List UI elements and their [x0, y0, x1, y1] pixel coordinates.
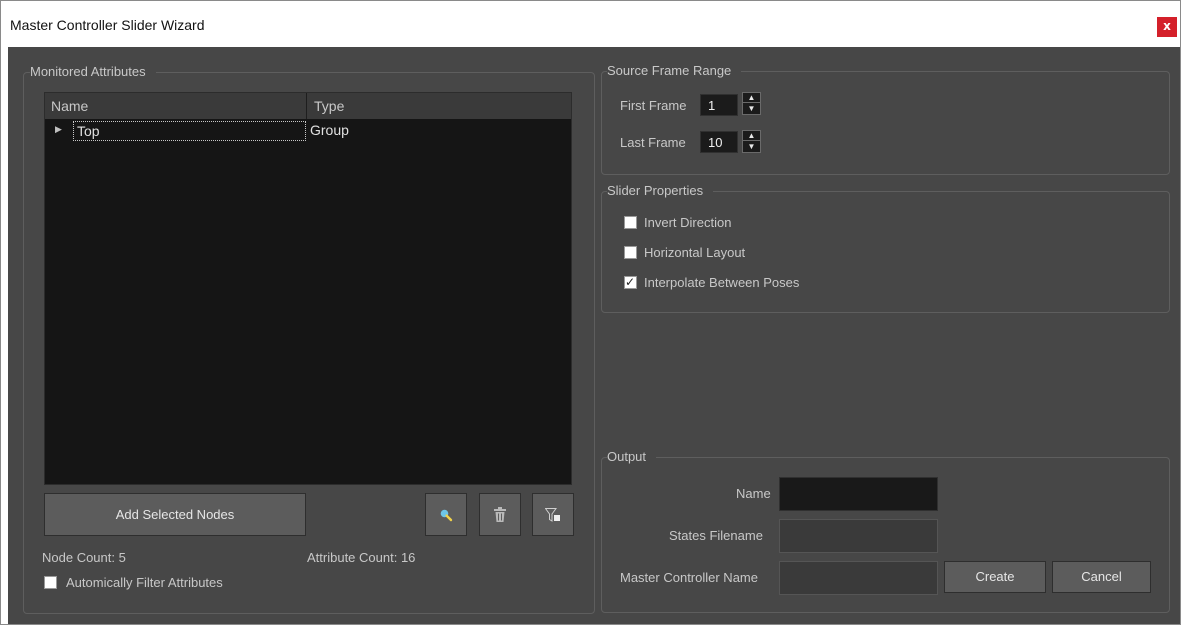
spin-up-icon[interactable]: ▲ — [743, 131, 760, 141]
column-separator — [306, 93, 307, 119]
output-group: Output Name States Filename Master Contr… — [601, 449, 1170, 613]
master-controller-name-label: Master Controller Name — [620, 570, 758, 585]
close-button[interactable]: x — [1157, 17, 1177, 37]
spin-down-icon[interactable]: ▼ — [743, 142, 760, 152]
monitored-attributes-group: Monitored Attributes Name Type ▶ Top Gro… — [23, 64, 595, 614]
row-name-cell[interactable]: Top — [73, 121, 306, 141]
expand-arrow-icon[interactable]: ▶ — [55, 124, 62, 135]
master-controller-name-field[interactable] — [779, 561, 938, 595]
invert-direction-checkbox[interactable] — [624, 216, 637, 229]
output-title: Output — [607, 449, 657, 465]
last-frame-label: Last Frame — [620, 135, 686, 150]
source-frame-range-group: Source Frame Range First Frame 1 ▲ ▼ Las… — [601, 63, 1170, 175]
attribute-count-label: Attribute Count: 16 — [307, 550, 416, 565]
add-selected-nodes-button[interactable]: Add Selected Nodes — [44, 493, 306, 536]
trash-icon — [494, 506, 506, 522]
name-field[interactable] — [779, 477, 938, 511]
last-frame-input[interactable]: 10 — [700, 131, 738, 153]
column-header-type[interactable]: Type — [314, 98, 344, 114]
auto-filter-checkbox[interactable] — [44, 576, 57, 589]
interpolate-between-poses-label: Interpolate Between Poses — [644, 275, 800, 290]
column-header-name[interactable]: Name — [51, 98, 88, 114]
row-type-cell: Group — [310, 122, 349, 138]
attributes-tree[interactable]: Name Type ▶ Top Group — [44, 92, 572, 485]
source-frame-range-title: Source Frame Range — [607, 63, 742, 79]
name-label: Name — [736, 486, 771, 501]
filter-button[interactable] — [532, 493, 574, 536]
tree-header: Name Type — [45, 93, 571, 119]
spin-down-icon[interactable]: ▼ — [743, 104, 760, 114]
invert-direction-label: Invert Direction — [644, 215, 732, 230]
node-count-label: Node Count: 5 — [42, 550, 126, 565]
horizontal-layout-checkbox[interactable] — [624, 246, 637, 259]
cancel-button[interactable]: Cancel — [1052, 561, 1151, 593]
select-button[interactable] — [425, 493, 467, 536]
states-filename-field[interactable] — [779, 519, 938, 553]
select-icon — [440, 509, 453, 521]
horizontal-layout-label: Horizontal Layout — [644, 245, 746, 260]
dialog-body: Monitored Attributes Name Type ▶ Top Gro… — [8, 47, 1180, 624]
auto-filter-label: Automically Filter Attributes — [66, 575, 223, 590]
last-frame-stepper[interactable]: ▲ ▼ — [742, 130, 761, 153]
slider-properties-group: Slider Properties Invert Direction Horiz… — [601, 183, 1170, 313]
dialog-window: Master Controller Slider Wizard x Monito… — [0, 0, 1181, 625]
first-frame-label: First Frame — [620, 98, 687, 113]
monitored-attributes-title: Monitored Attributes — [30, 64, 156, 80]
delete-button[interactable] — [479, 493, 521, 536]
window-title: Master Controller Slider Wizard — [10, 17, 205, 33]
checkmark-icon: ✓ — [625, 275, 636, 289]
first-frame-stepper[interactable]: ▲ ▼ — [742, 92, 761, 115]
create-button[interactable]: Create — [944, 561, 1046, 593]
interpolate-between-poses-checkbox[interactable]: ✓ — [624, 275, 637, 289]
title-bar[interactable]: Master Controller Slider Wizard x — [1, 1, 1180, 47]
first-frame-input[interactable]: 1 — [700, 94, 738, 116]
slider-properties-title: Slider Properties — [607, 183, 714, 199]
filter-icon — [545, 507, 560, 522]
spin-up-icon[interactable]: ▲ — [743, 93, 760, 103]
tree-row[interactable]: ▶ Top Group — [45, 121, 571, 141]
states-filename-label: States Filename — [669, 528, 763, 543]
